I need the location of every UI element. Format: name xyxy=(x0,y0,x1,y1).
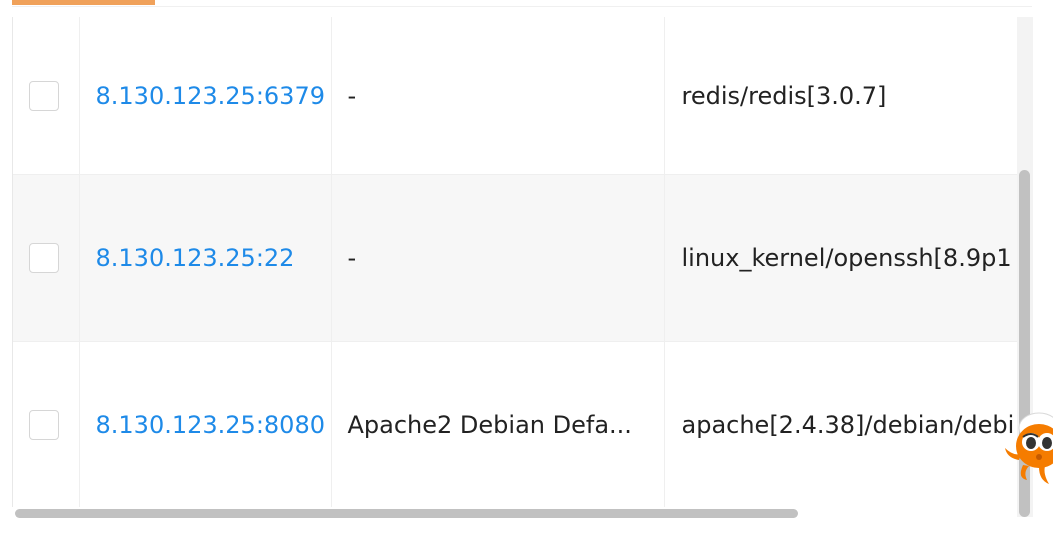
row-checkbox-cell xyxy=(13,341,80,507)
site-title: - xyxy=(347,81,357,110)
row-checkbox[interactable] xyxy=(29,243,59,273)
host-link[interactable]: 8.130.123.25:8080 xyxy=(80,411,331,439)
product-text: redis/redis[3.0.7] xyxy=(681,81,887,110)
host-cell: 8.130.123.25:8080 xyxy=(79,341,332,507)
table-row: 8.130.123.25:22 - linux_kernel/openssh[8… xyxy=(13,174,1018,342)
product-text: apache[2.4.38]/debian/debi xyxy=(681,411,1015,439)
horizontal-scrollbar-thumb[interactable] xyxy=(15,509,798,518)
results-table: 8.130.123.25:6379 - redis/redis[3.0.7] 8… xyxy=(13,17,1018,507)
active-tab-indicator xyxy=(12,0,155,5)
title-cell: - xyxy=(331,174,665,342)
site-title: - xyxy=(347,244,357,272)
product-cell: apache[2.4.38]/debian/debi xyxy=(664,341,1018,507)
horizontal-scrollbar[interactable] xyxy=(12,507,1017,519)
host-cell: 8.130.123.25:6379 xyxy=(79,17,332,175)
octopus-mascot-icon[interactable] xyxy=(1003,410,1053,500)
results-table-container: 8.130.123.25:6379 - redis/redis[3.0.7] 8… xyxy=(12,17,1018,507)
row-checkbox-cell xyxy=(13,17,80,175)
title-cell: Apache2 Debian Defa... xyxy=(331,341,665,507)
results-viewport: 8.130.123.25:6379 - redis/redis[3.0.7] 8… xyxy=(0,0,1053,535)
product-cell: linux_kernel/openssh[8.9p1 xyxy=(664,174,1018,342)
product-cell: redis/redis[3.0.7] xyxy=(664,17,1018,175)
row-checkbox[interactable] xyxy=(29,410,59,440)
host-link[interactable]: 8.130.123.25:22 xyxy=(80,244,331,272)
site-title: Apache2 Debian Defa... xyxy=(347,411,632,439)
table-row: 8.130.123.25:8080 Apache2 Debian Defa...… xyxy=(13,341,1018,507)
row-checkbox-cell xyxy=(13,174,80,342)
row-checkbox[interactable] xyxy=(29,80,59,111)
product-text: linux_kernel/openssh[8.9p1 xyxy=(681,244,1012,272)
table-row: 8.130.123.25:6379 - redis/redis[3.0.7] xyxy=(13,17,1018,175)
host-cell: 8.130.123.25:22 xyxy=(79,174,332,342)
host-link[interactable]: 8.130.123.25:6379 xyxy=(80,82,331,110)
title-cell: - xyxy=(331,17,665,175)
tab-strip xyxy=(12,0,1032,7)
